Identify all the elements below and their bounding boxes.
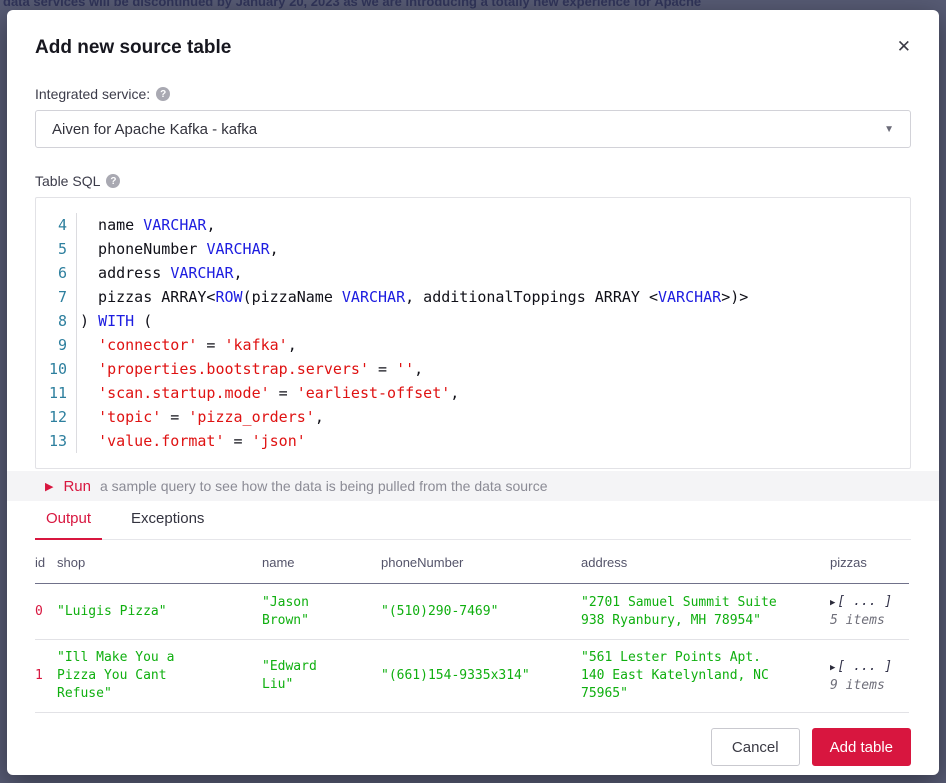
play-icon: ▶ [45,480,53,493]
column-header-id: id [35,540,57,584]
cell-pizzas: ▶[ ... ]9 items [830,640,909,713]
modal-footer: Cancel Add table [35,728,911,766]
cell-shop: "Ill Make You a Pizza You Cant Refuse" [57,640,262,713]
column-header-phoneNumber: phoneNumber [381,540,581,584]
code-line-text: pizzas ARRAY<ROW(pizzaName VARCHAR, addi… [77,285,748,309]
cell-name: "Jason Brown" [262,584,381,640]
integrated-service-selected-value: Aiven for Apache Kafka - kafka [52,121,257,138]
background-banner-text: data services will be discontinued by Ja… [3,0,701,9]
pizzas-preview-row: ▶[ ... ] [830,658,909,677]
add-source-table-modal: Add new source table ✕ Integrated servic… [7,10,939,775]
output-table: idshopnamephoneNumberaddresspizzas 0"Lui… [35,540,909,713]
line-number: 13 [36,429,77,453]
code-line: 4 name VARCHAR, [36,213,910,237]
line-number: 10 [36,357,77,381]
code-line-text: 'value.format' = 'json' [77,429,306,453]
pizzas-item-count: 5 items [830,612,909,630]
code-line: 6 address VARCHAR, [36,261,910,285]
line-number: 12 [36,405,77,429]
tab-exceptions[interactable]: Exceptions [120,510,215,539]
expand-pizzas-icon[interactable]: ▶ [830,663,835,673]
pizzas-preview: [ ... ] [837,594,892,609]
line-number: 6 [36,261,77,285]
modal-header: Add new source table ✕ [35,10,911,61]
cell-name: "Edward Liu" [262,640,381,713]
close-icon[interactable]: ✕ [897,38,911,55]
integrated-service-label: Integrated service: [35,86,150,102]
code-line-text: 'scan.startup.mode' = 'earliest-offset', [77,381,459,405]
help-icon[interactable]: ? [156,87,170,101]
integrated-service-label-row: Integrated service: ? [35,86,911,102]
expand-pizzas-icon[interactable]: ▶ [830,598,835,608]
chevron-down-icon: ▼ [884,124,894,135]
pizzas-item-count: 9 items [830,677,909,695]
code-line-text: 'properties.bootstrap.servers' = '', [77,357,423,381]
help-icon[interactable]: ? [106,174,120,188]
integrated-service-select[interactable]: Aiven for Apache Kafka - kafka ▼ [35,110,911,148]
pizzas-preview: [ ... ] [837,659,892,674]
code-line-text: name VARCHAR, [77,213,215,237]
code-line-text: address VARCHAR, [77,261,243,285]
background-banner: data services will be discontinued by Ja… [0,0,946,10]
sql-editor[interactable]: 4 name VARCHAR,5 phoneNumber VARCHAR,6 a… [35,197,911,469]
code-line: 9 'connector' = 'kafka', [36,333,910,357]
column-header-name: name [262,540,381,584]
line-number: 11 [36,381,77,405]
code-line-text: 'topic' = 'pizza_orders', [77,405,324,429]
cell-phone-number: "(510)290-7469" [381,584,581,640]
line-number: 7 [36,285,77,309]
output-table-header-row: idshopnamephoneNumberaddresspizzas [35,540,909,584]
result-tabs: Output Exceptions [35,501,911,540]
table-row: 1"Ill Make You a Pizza You Cant Refuse""… [35,640,909,713]
cell-id: 1 [35,640,57,713]
cell-phone-number: "(661)154-9335x314" [381,640,581,713]
code-line: 12 'topic' = 'pizza_orders', [36,405,910,429]
run-description: a sample query to see how the data is be… [100,478,548,494]
code-line-text: phoneNumber VARCHAR, [77,237,279,261]
tab-output[interactable]: Output [35,510,102,539]
code-line-text: ) WITH ( [77,309,152,333]
code-line-text: 'connector' = 'kafka', [77,333,297,357]
line-number: 8 [36,309,77,333]
modal-title: Add new source table [35,35,231,61]
cell-address: "2701 Samuel Summit Suite 938 Ryanbury, … [581,584,830,640]
run-query-bar[interactable]: ▶ Run a sample query to see how the data… [7,471,939,501]
code-line: 7 pizzas ARRAY<ROW(pizzaName VARCHAR, ad… [36,285,910,309]
pizzas-preview-row: ▶[ ... ] [830,593,909,612]
table-sql-label: Table SQL [35,173,100,189]
add-table-button[interactable]: Add table [812,728,911,766]
cell-pizzas: ▶[ ... ]5 items [830,584,909,640]
line-number: 4 [36,213,77,237]
cell-id: 0 [35,584,57,640]
code-line: 10 'properties.bootstrap.servers' = '', [36,357,910,381]
code-line: 8) WITH ( [36,309,910,333]
code-line: 5 phoneNumber VARCHAR, [36,237,910,261]
code-line: 13 'value.format' = 'json' [36,429,910,453]
column-header-shop: shop [57,540,262,584]
code-line: 11 'scan.startup.mode' = 'earliest-offse… [36,381,910,405]
run-button-label[interactable]: Run [63,478,91,495]
line-number: 9 [36,333,77,357]
table-sql-label-row: Table SQL ? [35,173,911,189]
column-header-pizzas: pizzas [830,540,909,584]
table-row: 0"Luigis Pizza""Jason Brown""(510)290-74… [35,584,909,640]
cancel-button[interactable]: Cancel [711,728,800,766]
cell-shop: "Luigis Pizza" [57,584,262,640]
column-header-address: address [581,540,830,584]
line-number: 5 [36,237,77,261]
cell-address: "561 Lester Points Apt. 140 East Katelyn… [581,640,830,713]
